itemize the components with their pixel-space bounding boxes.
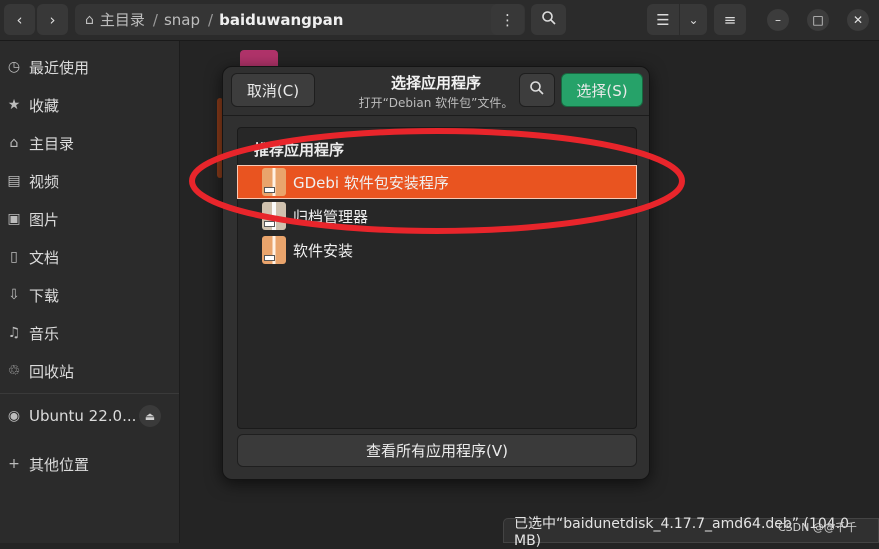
home-icon: ⌂ [9,135,19,151]
path-menu-button[interactable]: ⋮ [491,4,524,35]
chevron-right-icon: › [49,10,56,29]
plus-icon: + [8,456,20,472]
maximize-icon: □ [812,13,824,27]
minimize-button[interactable]: – [767,9,789,31]
chevron-down-icon: ⌄ [688,12,699,27]
maximize-button[interactable]: □ [807,9,829,31]
back-button[interactable]: ‹ [4,4,35,35]
eject-icon[interactable]: ⏏ [139,405,161,427]
main-menu-button[interactable]: ≡ [714,4,746,35]
menu-icon: ≡ [723,10,737,29]
watermark: CSDN @@千千 [778,521,857,534]
sidebar-item-downloads[interactable]: ⇩ 下载 [0,280,179,310]
sidebar-item-recent[interactable]: ◷ 最近使用 [0,52,179,82]
close-icon: ✕ [852,13,864,27]
sidebar-item-trash[interactable]: ♲ 回收站 [0,356,179,386]
path-bar: ⌂ 主目录 / snap / baiduwangpan [75,4,525,35]
sidebar-item-label: 图片 [29,210,60,229]
document-icon: ▯ [10,249,18,265]
sidebar-item-label: 文档 [29,248,60,267]
path-snap[interactable]: snap [164,11,200,29]
sidebar-item-label: 主目录 [29,134,75,153]
chevron-left-icon: ‹ [16,10,23,29]
sidebar-item-label: 视频 [29,172,60,191]
search-icon [529,80,545,100]
path-home[interactable]: 主目录 [100,9,145,30]
music-icon: ♫ [7,325,21,341]
forward-button[interactable]: › [37,4,68,35]
minimize-icon: – [775,13,781,27]
sidebar-item-label: Ubuntu 22.0... [29,407,137,425]
sidebar-item-label: 最近使用 [29,58,90,77]
view-all-label: 查看所有应用程序(V) [366,442,508,460]
sidebar-divider [0,393,179,394]
sidebar-item-label: 其他位置 [29,455,90,474]
view-options-button[interactable]: ⌄ [680,4,707,35]
more-vert-icon: ⋮ [500,10,515,29]
sidebar-item-label: 收藏 [29,96,60,115]
sidebar: ◷ 最近使用 ★ 收藏 ⌂ 主目录 ▤ 视频 ▣ 图片 ▯ 文档 ⇩ 下载 ♫ … [0,41,180,543]
clock-icon: ◷ [7,59,21,75]
sidebar-item-label: 下载 [29,286,60,305]
annotation-ellipse [189,128,685,234]
disk-icon: ◉ [7,408,21,424]
select-button[interactable]: 选择(S) [561,73,643,107]
path-separator: / [208,10,214,29]
download-icon: ⇩ [8,287,20,303]
star-icon: ★ [7,97,21,113]
sidebar-item-ubuntu-disk[interactable]: ◉ Ubuntu 22.0... ⏏ [0,401,179,431]
sidebar-item-other-locations[interactable]: + 其他位置 [0,449,179,479]
dialog-header-divider [223,115,649,116]
trash-icon: ♲ [7,363,21,379]
app-name: 软件安装 [293,241,354,260]
sidebar-item-label: 音乐 [29,324,60,343]
sidebar-item-documents[interactable]: ▯ 文档 [0,242,179,272]
sidebar-item-pictures[interactable]: ▣ 图片 [0,204,179,234]
sidebar-item-home[interactable]: ⌂ 主目录 [0,128,179,158]
search-icon [541,10,557,30]
list-view-button[interactable]: ☰ [647,4,679,35]
sidebar-item-music[interactable]: ♫ 音乐 [0,318,179,348]
home-icon[interactable]: ⌂ [85,12,94,28]
close-button[interactable]: ✕ [847,9,869,31]
view-all-apps-button[interactable]: 查看所有应用程序(V) [237,434,637,467]
cancel-button[interactable]: 取消(C) [231,73,315,107]
sidebar-item-label: 回收站 [29,362,75,381]
select-label: 选择(S) [576,81,628,100]
sidebar-item-videos[interactable]: ▤ 视频 [0,166,179,196]
sidebar-item-starred[interactable]: ★ 收藏 [0,90,179,120]
path-current[interactable]: baiduwangpan [219,11,343,29]
search-button[interactable] [531,4,566,35]
list-view-icon: ☰ [656,10,670,29]
dialog-search-button[interactable] [519,73,555,107]
cancel-label: 取消(C) [246,81,300,100]
film-icon: ▤ [7,173,21,189]
image-icon: ▣ [7,211,21,227]
path-separator: / [152,10,158,29]
header-bar: ‹ › ⌂ 主目录 / snap / baiduwangpan ⋮ ☰ ⌄ ≡ … [0,0,879,41]
